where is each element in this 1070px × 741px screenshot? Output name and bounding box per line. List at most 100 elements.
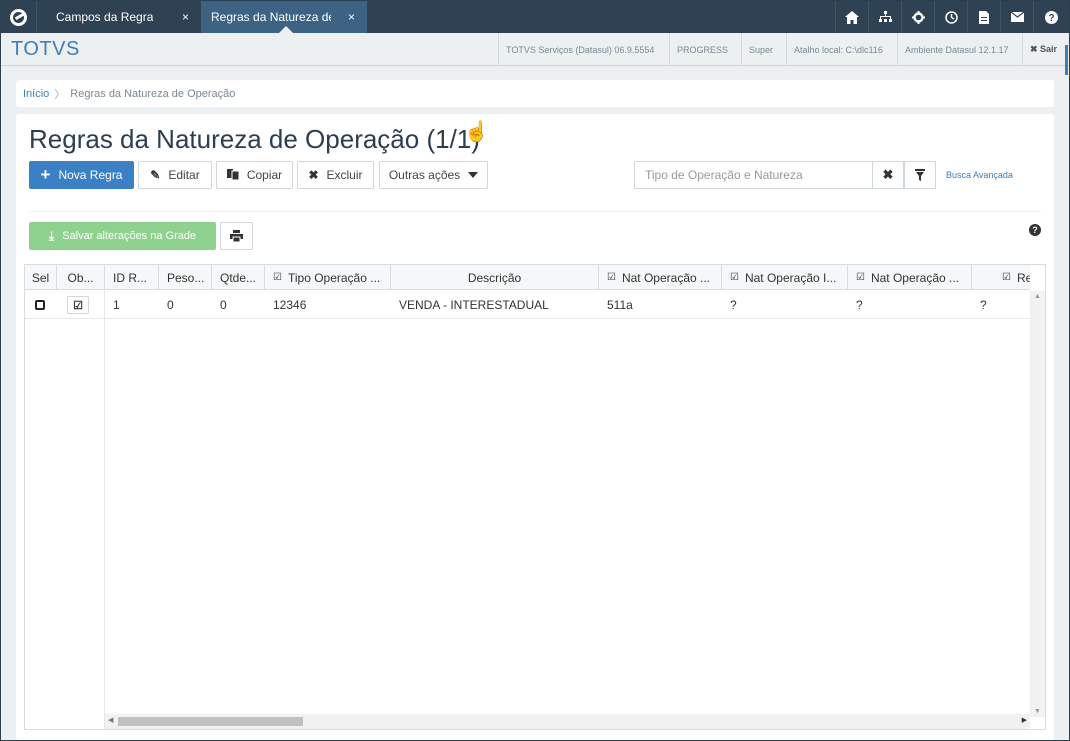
grid-header: Sel Ob... ID R... Peso... Qtde... ☑ Tipo… [25,265,1030,290]
table-row[interactable]: ☑ 1 0 0 12346 VENDA - INTERESTADUAL 511a… [25,291,1030,319]
user-info[interactable]: Super [741,33,780,66]
edit-check-icon: ☑ [273,272,282,283]
column-header-obs[interactable]: Ob... [57,265,105,290]
environment-info: Ambiente Datasul 12.1.17 [897,33,1016,66]
column-header-qtde[interactable]: Qtde... [212,265,265,290]
search-placeholder: Tipo de Operação e Natureza [645,168,803,182]
save-grid-button[interactable]: ⤓ Salvar alterações na Grade [29,222,216,250]
column-header-nat-operacao-3[interactable]: ☑ Nat Operação ... [848,265,972,290]
column-label: Tipo Operação ... [287,270,381,285]
column-header-sel[interactable]: Sel [25,265,57,290]
save-grid-label: Salvar alterações na Grade [62,230,197,242]
tab-regras-natureza[interactable]: Regras da Natureza de Operação × [201,1,367,33]
column-header-tipo-operacao[interactable]: ☑ Tipo Operação ... [265,265,391,290]
column-divider [104,291,105,729]
scrollbar-thumb[interactable] [118,717,303,726]
cell-nat-operacao-1: 511a [607,298,633,312]
tab-label: Campos da Regra [56,10,154,24]
rules-grid: Sel Ob... ID R... Peso... Qtde... ☑ Tipo… [24,264,1046,730]
delete-label: Excluir [326,168,363,182]
cell-peso: 0 [167,298,174,312]
tab-label: Regras da Natureza de Operação [211,10,331,24]
gear-icon[interactable] [901,1,934,33]
filter-icon [915,169,925,181]
column-header-nat-operacao-1[interactable]: ☑ Nat Operação ... [599,265,722,290]
scroll-edge-marker [1065,45,1068,75]
exit-button[interactable]: ✖ Sair [1022,33,1064,66]
cell-nat-operacao-2: ? [730,298,737,312]
column-header-nat-operacao-2[interactable]: ☑ Nat Operação I... [722,265,848,290]
more-actions-dropdown[interactable]: Outras ações [379,161,488,189]
filter-button[interactable] [904,161,936,189]
column-label: Nat Operação I... [744,270,837,285]
download-icon: ⤓ [48,228,55,243]
breadcrumb-home-link[interactable]: Início [23,88,49,100]
brand-logo: TOTVS [11,38,80,60]
scroll-right-icon[interactable]: ▶ [1022,716,1027,724]
product-info: TOTVS Serviços (Datasul) 06.9.5554 [498,33,661,66]
sitemap-icon[interactable] [868,1,901,33]
row-select-checkbox[interactable] [35,291,45,319]
pencil-icon: ✎ [150,168,161,182]
scroll-down-icon[interactable]: ▼ [1034,708,1041,715]
observation-button[interactable]: ☑ [67,291,89,319]
scroll-left-icon[interactable]: ◀ [108,716,113,724]
vertical-scrollbar[interactable]: ▲ ▼ [1030,291,1045,717]
grid-help-icon[interactable]: ? [1029,224,1041,236]
menu-logo-icon[interactable] [1,1,37,33]
app-window: Campos da Regra × Regras da Natureza de … [0,0,1070,741]
mail-icon[interactable] [1000,1,1033,33]
cell-re: ? [980,298,987,312]
edit-button[interactable]: ✎ Editar [138,161,212,189]
advanced-search-link[interactable]: Busca Avançada [946,170,1013,180]
cell-id: 1 [113,298,120,312]
tab-campos-da-regra[interactable]: Campos da Regra × [38,1,201,33]
page-title: Regras da Natureza de Operação (1/1) [29,124,480,154]
cell-tipo-operacao: 12346 [273,298,307,312]
clear-search-button[interactable]: ✖ [872,161,904,189]
edit-check-icon: ☑ [730,272,739,283]
new-rule-button[interactable]: + Nova Regra [29,161,134,189]
column-label: Re [1016,270,1030,285]
caret-down-icon [468,172,479,178]
database-info: PROGRESS [669,33,735,66]
column-header-descricao[interactable]: Descrição [391,265,599,290]
column-header-peso[interactable]: Peso... [159,265,212,290]
new-rule-label: Nova Regra [58,168,123,182]
file-icon[interactable] [967,1,1000,33]
edit-check-icon: ☑ [1002,272,1011,283]
copy-icon [226,168,240,183]
breadcrumb: Início 〉 Regras da Natureza de Operação [16,80,1054,107]
column-label: Nat Operação ... [621,270,711,285]
home-icon[interactable] [835,1,868,33]
svg-text:?: ? [1048,13,1054,24]
cell-qtde: 0 [220,298,227,312]
plus-icon: + [40,165,51,184]
column-header-re[interactable]: ☑ Re [972,265,1030,290]
top-tab-bar: Campos da Regra × Regras da Natureza de … [1,1,1069,33]
close-icon[interactable]: × [348,10,355,24]
delete-button[interactable]: ✖ Excluir [297,161,374,189]
print-button[interactable] [220,222,253,250]
scroll-up-icon[interactable]: ▲ [1034,293,1041,300]
cell-nat-operacao-3: ? [856,298,863,312]
breadcrumb-current: Regras da Natureza de Operação [70,87,236,100]
search-input[interactable]: Tipo de Operação e Natureza [634,161,873,189]
edit-label: Editar [168,168,200,182]
toolbar-divider [29,211,1041,212]
horizontal-scrollbar[interactable]: ◀ ▶ [105,714,1030,729]
more-actions-label: Outras ações [388,168,461,182]
hand-cursor-icon: ☝ [464,121,489,143]
edit-note-icon: ☑ [67,296,89,314]
copy-button[interactable]: Copiar [216,161,293,189]
edit-check-icon: ☑ [856,272,865,283]
shortcut-info: Atalho local: C:\dlc116 [786,33,890,66]
close-icon[interactable]: × [182,10,189,24]
help-icon[interactable]: ? [1033,1,1069,33]
active-tab-caret [279,26,293,33]
clock-icon[interactable] [934,1,967,33]
column-header-id[interactable]: ID R... [105,265,159,290]
main-panel: Regras da Natureza de Operação (1/1) + N… [16,114,1054,740]
print-icon [230,230,243,242]
cell-descricao: VENDA - INTERESTADUAL [399,298,549,312]
